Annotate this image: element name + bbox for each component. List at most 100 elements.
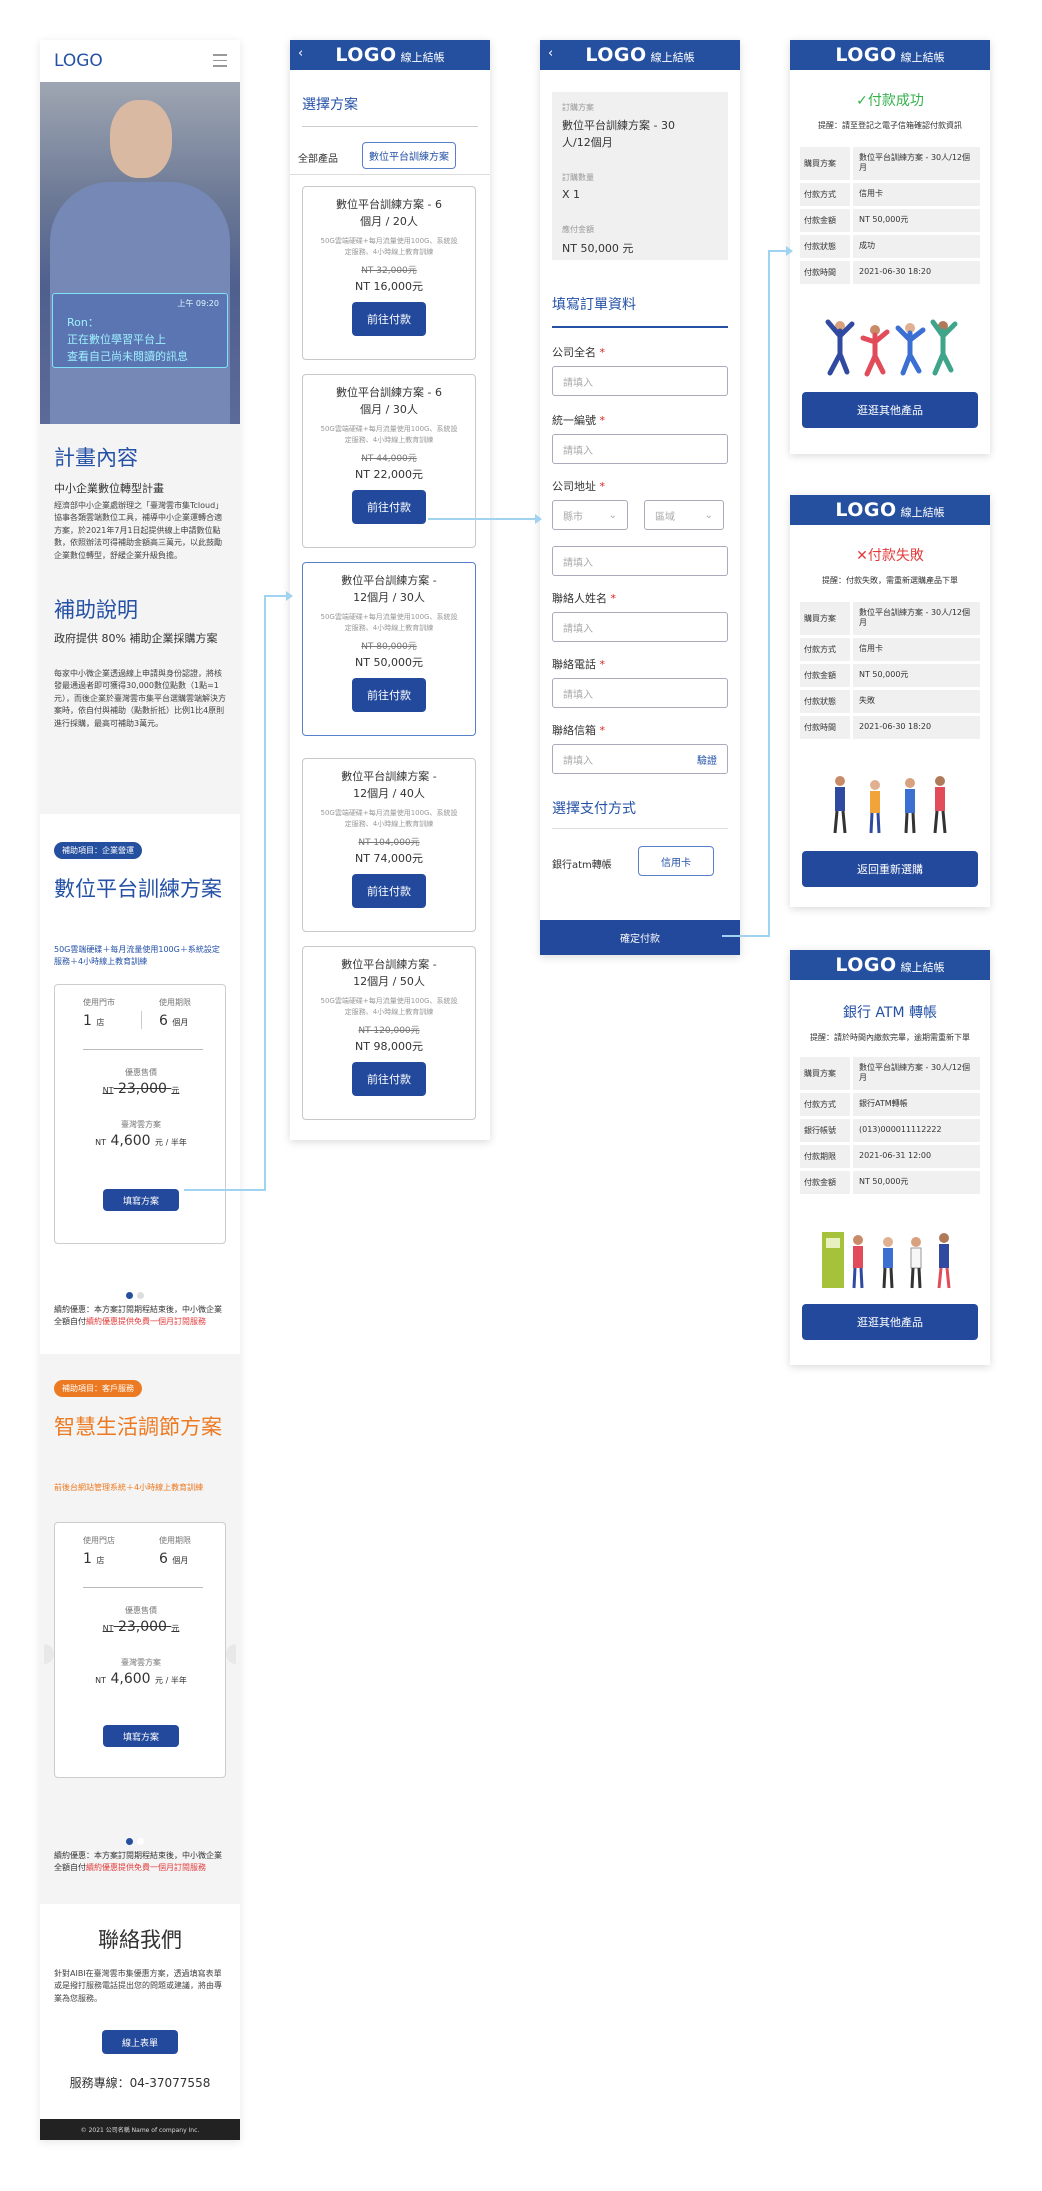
phone-label: 聯絡電話 *	[552, 658, 605, 671]
divider	[83, 1049, 203, 1050]
plan-intro-section: 計畫內容 中小企業數位轉型計畫 經濟部中小企業處辦理之「臺灣雲市集Tcloud」…	[40, 424, 240, 814]
address-input[interactable]: 請填入	[552, 546, 728, 576]
plan-card[interactable]: 數位平台訓練方案 - 12個月 / 50人 50G雲端硬碟+每月流量使用100G…	[302, 946, 476, 1120]
table-row: 銀行帳號 (013)000011112222	[800, 1118, 980, 1142]
arrow-head-icon	[786, 246, 793, 256]
company-input[interactable]: 請填入	[552, 366, 728, 396]
city-select[interactable]: 縣市 ⌄	[552, 500, 628, 530]
phone-input[interactable]: 請填入	[552, 678, 728, 708]
carousel-next-icon[interactable]	[226, 1644, 236, 1664]
logo[interactable]: LOGO	[835, 499, 896, 521]
card2-fill-button[interactable]: 填寫方案	[103, 1725, 179, 1747]
table-row: 付款期限 2021-06-31 12:00	[800, 1144, 980, 1168]
notification-line1: Ron：	[67, 316, 99, 329]
logo[interactable]: LOGO	[835, 44, 896, 66]
order-summary: 訂購方案 數位平台訓練方案 - 30人/12個月 訂購數量 X 1 應付金額 N…	[552, 92, 728, 260]
carousel-dot[interactable]	[137, 1292, 144, 1299]
carousel-dot[interactable]	[137, 1838, 144, 1845]
plan-card[interactable]: 數位平台訓練方案 - 12個月 / 40人 50G雲端硬碟+每月流量使用100G…	[302, 758, 476, 932]
plan-name: 數位平台訓練方案 - 12個月 / 40人	[341, 770, 437, 800]
top-bar: ‹ LOGO 線上結帳	[290, 40, 490, 70]
logo[interactable]: LOGO	[54, 51, 103, 71]
card1-fill-button[interactable]: 填寫方案	[103, 1189, 179, 1211]
checkout-label: 線上結帳	[650, 51, 695, 64]
arrow-head-icon	[286, 591, 293, 601]
card1-note-red: 續約優惠提供免費一個月訂閱服務	[86, 1317, 206, 1327]
email-label: 聯絡信箱 *	[552, 724, 605, 737]
back-icon[interactable]: ‹	[298, 46, 303, 61]
pay-atm-option[interactable]: 銀行atm轉帳	[552, 856, 612, 871]
card2-promo-price: NT 23,000 元	[102, 1619, 180, 1635]
back-icon[interactable]: ‹	[548, 46, 553, 61]
carousel-dots[interactable]	[124, 1284, 146, 1303]
plan-body: 經濟部中小企業處辦理之「臺灣雲市集Tcloud」協事各類雲端數位工具，補導中小企…	[54, 501, 224, 560]
divider	[302, 126, 478, 127]
plan-card-selected[interactable]: 數位平台訓練方案 - 12個月 / 30人 50G雲端硬碟+每月流量使用100G…	[302, 562, 476, 736]
carousel-dot-active[interactable]	[126, 1292, 133, 1299]
plan-selection-screen: ‹ LOGO 線上結帳 選擇方案 全部產品 數位平台訓練方案 數位平台訓練方案 …	[290, 40, 490, 1140]
carousel-dot-active[interactable]	[126, 1838, 133, 1845]
contact-section: 聯絡我們 針對AIBI在臺灣雲市集優惠方案，透過填寫表單或是撥打服務電話提出您的…	[40, 1904, 240, 2119]
hotline[interactable]: 服務專線：04-37077558	[40, 2074, 240, 2091]
plan-name: 數位平台訓練方案 - 12個月 / 50人	[341, 958, 437, 988]
plan-price: NT 98,000元	[355, 1040, 423, 1053]
carousel-dots[interactable]	[124, 1830, 146, 1849]
hamburger-icon[interactable]	[213, 54, 227, 67]
table-row: 付款時間 2021-06-30 18:20	[800, 715, 980, 739]
atm-queue-illustration	[822, 1232, 951, 1289]
status-note: 提醒：請至登記之電子信箱確認付款資訊	[818, 121, 962, 130]
table-row: 付款金額 NT 50,000元	[800, 1170, 980, 1194]
browse-products-button[interactable]: 逛逛其他產品	[802, 392, 978, 428]
result-table: 購買方案 數位平台訓練方案 - 30人/12個月 付款方式 銀行ATM轉帳 銀行帳號…	[800, 1054, 980, 1197]
qty-value: X 1	[562, 188, 581, 201]
card2-stores: 1 店	[83, 1551, 105, 1567]
cross-icon: ✕	[856, 548, 868, 564]
plan-desc: 50G雲端硬碟+每月流量使用100G、系統設定服務、4小時線上教育訓練	[320, 809, 458, 828]
logo[interactable]: LOGO	[835, 954, 896, 976]
reselect-button[interactable]: 返回重新選購	[802, 851, 978, 887]
card1-stores-label: 使用門市	[83, 998, 115, 1007]
total-label: 應付金額	[562, 225, 594, 234]
divider	[141, 1011, 142, 1029]
top-bar: LOGO 線上結帳	[790, 950, 990, 980]
plan-card[interactable]: 數位平台訓練方案 - 6個月 / 30人 50G雲端硬碟+每月流量使用100G、…	[302, 374, 476, 548]
go-pay-button[interactable]: 前往付款	[352, 302, 426, 336]
landing-screen: LOGO 上午 09:20 Ron： 正在數位學習平台上 查看自己尚未閱讀的訊息…	[40, 40, 240, 2140]
notification-line3: 查看自己尚未閱讀的訊息	[67, 350, 188, 363]
go-pay-button[interactable]: 前往付款	[352, 490, 426, 524]
form-title-underline	[552, 326, 728, 328]
card2-features: 前後台網站管理系統＋4小時線上教育訓練	[54, 1483, 204, 1492]
go-pay-button[interactable]: 前往付款	[352, 874, 426, 908]
logo[interactable]: LOGO	[585, 44, 646, 66]
card2-stores-label: 使用門店	[83, 1536, 115, 1545]
carousel-prev-icon[interactable]	[44, 1644, 54, 1664]
tab-digital-training[interactable]: 數位平台訓練方案	[362, 142, 456, 169]
atm-transfer-screen: LOGO 線上結帳 銀行 ATM 轉帳 提醒：請於時間內繳款完畢，逾期需重新下單…	[790, 950, 990, 1365]
district-select[interactable]: 區域 ⌄	[644, 500, 724, 530]
status-note: 提醒：付款失敗，需重新選購產品下單	[822, 576, 958, 585]
table-row: 付款方式 信用卡	[800, 182, 980, 206]
tax-id-input[interactable]: 請填入	[552, 434, 728, 464]
card2-promo-label: 優惠售價	[125, 1606, 157, 1615]
confirm-pay-button[interactable]: 確定付款	[540, 920, 740, 955]
footer: © 2021 公司名稱 Name of company Inc.	[40, 2119, 240, 2140]
plan-price: NT 16,000元	[355, 280, 423, 293]
plan-card[interactable]: 數位平台訓練方案 - 6個月 / 20人 50G雲端硬碟+每月流量使用100G、…	[302, 186, 476, 360]
top-bar: ‹ LOGO 線上結帳	[540, 40, 740, 70]
contact-name-input[interactable]: 請填入	[552, 612, 728, 642]
chevron-down-icon: ⌄	[608, 509, 617, 521]
pay-card-option[interactable]: 信用卡	[638, 846, 714, 876]
go-pay-button[interactable]: 前往付款	[352, 1062, 426, 1096]
browse-products-button[interactable]: 逛逛其他產品	[802, 1304, 978, 1340]
card2-note-red: 續約優惠提供免費一個月訂閱服務	[86, 1863, 206, 1873]
table-row: 付款狀態 失敗	[800, 689, 980, 713]
tab-all-products[interactable]: 全部產品	[298, 150, 338, 165]
go-pay-button[interactable]: 前往付款	[352, 678, 426, 712]
email-input[interactable]: 請填入 驗證	[552, 744, 728, 774]
confused-people-illustration	[833, 776, 947, 834]
checkout-label: 線上結帳	[900, 506, 945, 519]
logo[interactable]: LOGO	[335, 44, 396, 66]
online-form-button[interactable]: 線上表單	[102, 2030, 178, 2054]
form-title: 填寫訂單資料	[552, 297, 636, 313]
verify-button[interactable]: 驗證	[697, 752, 717, 767]
